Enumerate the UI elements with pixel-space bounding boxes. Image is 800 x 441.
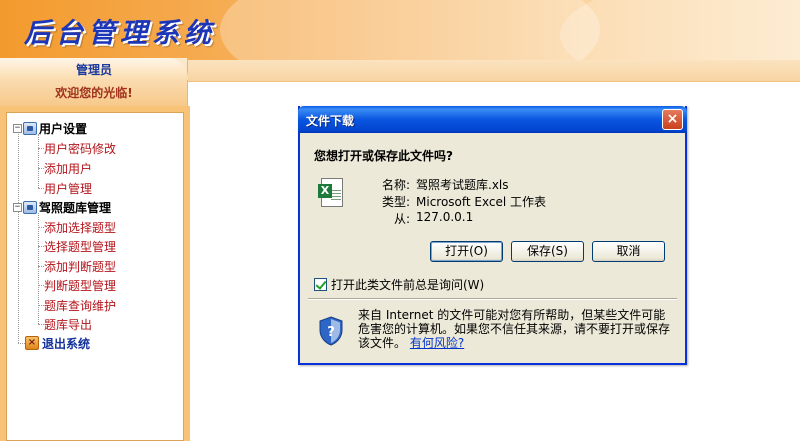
warning-text: 来自 Internet 的文件可能对您有所帮助，但某些文件可能危害您的计算机。如… (358, 308, 671, 350)
excel-file-icon: X (318, 178, 344, 208)
file-source-label: 从: (393, 212, 410, 226)
nav-item-label[interactable]: 添加判断题型 (44, 258, 116, 275)
file-source-value: 127.0.0.1 (416, 210, 474, 224)
nav-item-label[interactable]: 添加用户 (44, 160, 92, 177)
folder-icon (23, 200, 37, 214)
sidebar-header: 管理员 欢迎您的光临! (0, 58, 188, 106)
tree-connector (18, 343, 25, 344)
dialog-title: 文件下载 (306, 114, 355, 128)
file-name-label: 名称: (381, 178, 410, 192)
folder-icon (23, 121, 37, 135)
nav-item-label[interactable]: 用户管理 (44, 180, 92, 197)
nav-item-choice-management[interactable]: 选择题型管理 (44, 237, 116, 255)
nav-item-label[interactable]: 题库导出 (44, 316, 92, 333)
tree-group-label: 驾照题库管理 (39, 200, 112, 215)
nav-item-label[interactable]: 用户密码修改 (44, 140, 116, 157)
cancel-button[interactable]: 取消 (592, 241, 665, 262)
nav-item-label[interactable]: 判断题型管理 (44, 277, 116, 294)
always-ask-checkbox[interactable] (314, 278, 327, 291)
always-ask-label[interactable]: 打开此类文件前总是询问(W) (331, 276, 484, 293)
tree-connector (38, 213, 39, 324)
file-type-label: 类型: (381, 195, 410, 209)
nav-item-judgement-management[interactable]: 判断题型管理 (44, 276, 116, 294)
close-button[interactable]: × (662, 109, 683, 130)
nav-item-label[interactable]: 选择题型管理 (44, 238, 116, 255)
dialog-titlebar[interactable]: 文件下载 × (298, 106, 687, 133)
file-download-dialog: 文件下载 × 您想打开或保存此文件吗? X 名称: 驾照考试题库.xls 类型:… (298, 106, 687, 365)
security-shield-icon: ? (319, 316, 343, 346)
nav-item-add-choice[interactable]: 添加选择题型 (44, 218, 116, 236)
collapse-icon[interactable]: − (13, 123, 22, 133)
collapse-icon[interactable]: − (13, 202, 22, 212)
nav-item-user-management[interactable]: 用户管理 (44, 179, 92, 197)
nav-item-change-password[interactable]: 用户密码修改 (44, 139, 116, 157)
header-banner: 后台管理系统 (0, 0, 800, 60)
file-type-value: Microsoft Excel 工作表 (416, 195, 547, 209)
exit-icon[interactable]: × (25, 336, 39, 350)
system-title: 后台管理系统 (24, 18, 216, 49)
nav-item-label[interactable]: 题库查询维护 (44, 297, 116, 314)
nav-item-bank-maintenance[interactable]: 题库查询维护 (44, 296, 116, 314)
nav-item-add-user[interactable]: 添加用户 (44, 159, 92, 177)
always-ask-row[interactable]: 打开此类文件前总是询问(W) (314, 276, 484, 293)
tree-group-user-settings[interactable]: − 用户设置 (13, 119, 87, 137)
warning-text-block: 来自 Internet 的文件可能对您有所帮助，但某些文件可能危害您的计算机。如… (358, 308, 676, 350)
risk-link[interactable]: 有何风险? (410, 336, 464, 350)
tree-connector (18, 127, 19, 343)
tree-connector (38, 134, 39, 188)
nav-item-add-judgement[interactable]: 添加判断题型 (44, 257, 116, 275)
dialog-question: 您想打开或保存此文件吗? (314, 149, 453, 163)
open-button[interactable]: 打开(O) (430, 241, 503, 262)
nav-item-exit[interactable]: × 退出系统 (25, 334, 90, 352)
file-name-value: 驾照考试题库.xls (416, 178, 509, 192)
svg-text:?: ? (327, 325, 335, 340)
nav-tree: − 用户设置 用户密码修改 添加用户 用户管理 − 驾照题库管理 添加选择题型 … (6, 112, 184, 441)
tree-group-label: 用户设置 (39, 121, 88, 136)
dialog-separator (308, 298, 677, 300)
role-label: 管理员 (75, 63, 112, 77)
welcome-text: 欢迎您的光临! (55, 86, 133, 100)
nav-item-label[interactable]: 添加选择题型 (44, 219, 116, 236)
nav-item-bank-export[interactable]: 题库导出 (44, 315, 92, 333)
tree-group-question-bank[interactable]: − 驾照题库管理 (13, 198, 111, 216)
exit-label[interactable]: 退出系统 (42, 335, 90, 352)
save-button[interactable]: 保存(S) (511, 241, 584, 262)
